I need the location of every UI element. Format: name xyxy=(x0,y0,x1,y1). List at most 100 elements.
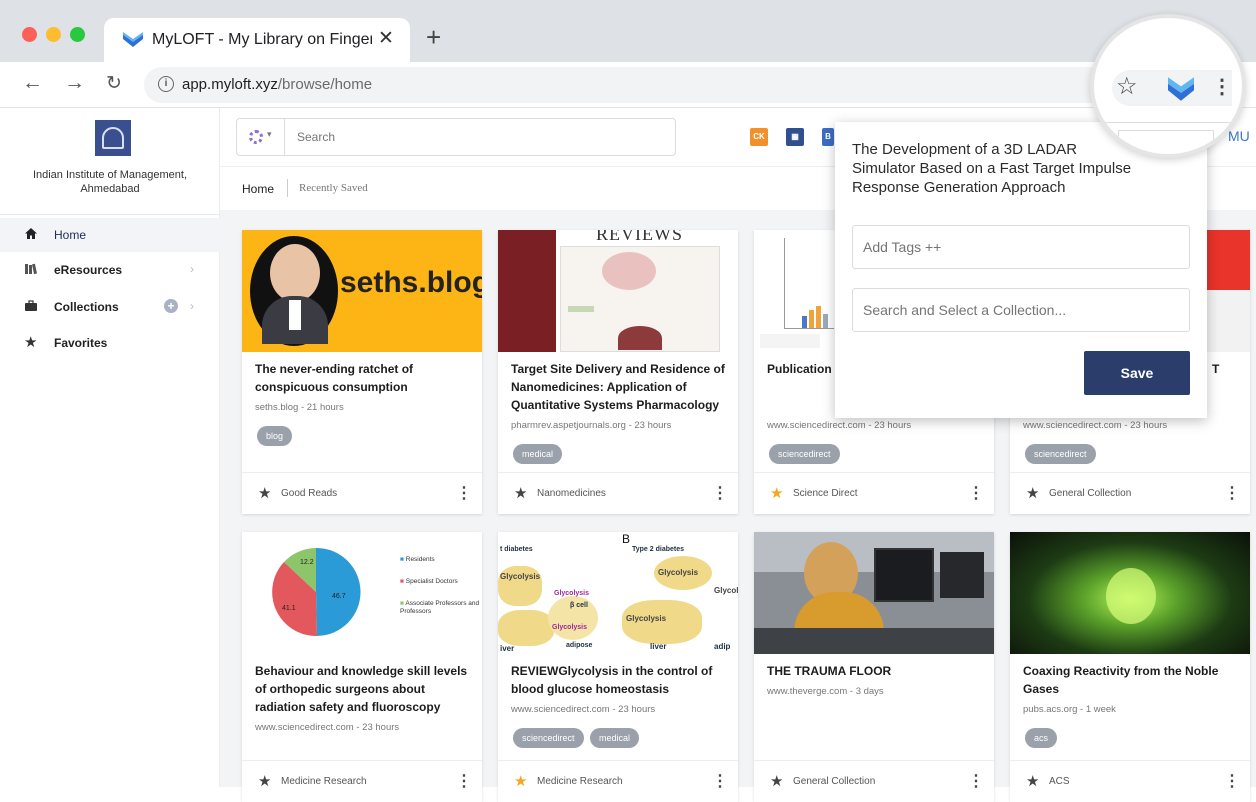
myloft-extension-icon[interactable] xyxy=(1166,76,1196,102)
institution-name: Indian Institute of Management, Ahmedaba… xyxy=(32,169,188,195)
card-meta: pubs.acs.org - 1 week xyxy=(1023,704,1116,715)
card-footer: ★ Good Reads ⋮ xyxy=(242,472,482,514)
card-collection: Nanomedicines xyxy=(537,488,606,499)
add-collection-icon[interactable]: + xyxy=(164,299,178,313)
glycolysis-label: adipose xyxy=(566,642,593,649)
more-options-icon[interactable]: ⋮ xyxy=(712,483,728,503)
address-bar[interactable]: i app.myloft.xyz/browse/home xyxy=(144,67,1146,103)
home-icon xyxy=(24,227,38,243)
favorite-star-icon[interactable]: ★ xyxy=(258,772,271,790)
more-options-icon[interactable]: ⋮ xyxy=(968,771,984,791)
add-tags-input[interactable] xyxy=(852,225,1190,269)
sidebar-item-home[interactable]: Home xyxy=(0,218,220,252)
more-options-icon[interactable]: ⋮ xyxy=(1224,771,1240,791)
tag-badge[interactable]: medical xyxy=(590,728,640,748)
sidebar-item-collections[interactable]: Collections + › xyxy=(0,290,220,324)
card-trauma-floor[interactable]: THE TRAUMA FLOOR www.theverge.com - 3 da… xyxy=(754,532,994,802)
sidebar-item-favorites[interactable]: ★ Favorites xyxy=(0,326,220,360)
close-tab-icon[interactable]: ✕ xyxy=(378,27,394,50)
card-footer: ★ Science Direct ⋮ xyxy=(754,472,994,514)
glycolysis-label: liver xyxy=(650,642,667,651)
browser-tab[interactable]: MyLOFT - My Library on Finger ✕ xyxy=(104,18,410,62)
card-meta: www.theverge.com - 3 days xyxy=(767,686,884,697)
pie-legend-item: Residents xyxy=(405,556,435,563)
card-seths-blog[interactable]: seths.blog The never-ending ratchet of c… xyxy=(242,230,482,514)
tag-badge[interactable]: medical xyxy=(513,444,563,464)
favorite-star-icon[interactable]: ★ xyxy=(514,772,527,790)
more-options-icon[interactable]: ⋮ xyxy=(712,771,728,791)
ck-extension-icon[interactable]: CK xyxy=(750,128,768,146)
toolbar-magnifier: ☆ ⋮ xyxy=(1090,14,1246,158)
institution-logo xyxy=(95,120,131,156)
breadcrumb-home[interactable]: Home xyxy=(242,182,274,196)
divider xyxy=(0,214,220,215)
card-thumbnail: REVIEWS xyxy=(498,230,738,352)
card-thumbnail xyxy=(754,532,994,654)
more-options-icon[interactable]: ⋮ xyxy=(456,483,472,503)
card-noble-gases[interactable]: Coaxing Reactivity from the Noble Gases … xyxy=(1010,532,1250,802)
glycolysis-label: Glycolysis xyxy=(658,568,699,577)
card-meta: www.sciencedirect.com - 23 hours xyxy=(1023,420,1168,431)
favorite-star-icon[interactable]: ★ xyxy=(514,484,527,502)
more-options-icon[interactable]: ⋮ xyxy=(456,771,472,791)
glycolysis-label: B xyxy=(622,532,631,546)
info-icon[interactable]: i xyxy=(158,76,174,92)
card-collection: General Collection xyxy=(1049,488,1132,499)
favorite-star-icon[interactable]: ★ xyxy=(770,484,783,502)
maximize-window-button[interactable] xyxy=(70,27,85,42)
reload-icon[interactable]: ↻ xyxy=(106,72,122,95)
tag-badge[interactable]: sciencedirect xyxy=(513,728,584,748)
card-title: T xyxy=(1212,362,1220,376)
favorite-star-icon[interactable]: ★ xyxy=(1026,484,1039,502)
briefcase-icon xyxy=(24,299,38,315)
tag-badge[interactable]: sciencedirect xyxy=(1025,444,1096,464)
save-button[interactable]: Save xyxy=(1084,351,1190,395)
breadcrumb-recently-saved[interactable]: Recently Saved xyxy=(299,182,368,194)
more-options-icon[interactable]: ⋮ xyxy=(968,483,984,503)
menu-icon[interactable]: ⋮ xyxy=(1212,74,1232,99)
pie-legend-item: Specialist Doctors xyxy=(405,578,458,585)
card-collection: Medicine Research xyxy=(281,776,367,787)
card-meta: www.sciencedirect.com - 23 hours xyxy=(511,704,656,715)
card-footer: ★ Medicine Research ⋮ xyxy=(242,760,482,802)
search-filter-dropdown[interactable]: ▾ xyxy=(237,119,285,155)
card-collection: Good Reads xyxy=(281,488,338,499)
user-avatar[interactable]: MU xyxy=(1228,128,1250,144)
new-tab-icon[interactable]: + xyxy=(426,24,441,50)
forward-icon[interactable]: → xyxy=(64,71,85,95)
b-extension-icon[interactable]: B xyxy=(822,128,834,146)
card-nanomedicines[interactable]: REVIEWS Target Site Delivery and Residen… xyxy=(498,230,738,514)
minimize-window-button[interactable] xyxy=(46,27,61,42)
bookmark-star-icon[interactable]: ☆ xyxy=(1116,72,1138,101)
thumbnail-text: seths.blog xyxy=(340,266,482,299)
sidebar-item-label: eResources xyxy=(54,263,123,277)
glycolysis-label: adip xyxy=(714,642,731,651)
favorite-star-icon[interactable]: ★ xyxy=(258,484,271,502)
star-icon: ★ xyxy=(24,334,38,351)
database-extension-icon[interactable]: ▦ xyxy=(786,128,804,146)
card-behaviour[interactable]: 46.7 41.1 12.2 ■ Residents ■ Specialist … xyxy=(242,532,482,802)
chevron-right-icon: › xyxy=(190,262,194,276)
close-window-button[interactable] xyxy=(22,27,37,42)
tab-title: MyLOFT - My Library on Finger xyxy=(152,31,372,48)
card-footer: ★ General Collection ⋮ xyxy=(1010,472,1250,514)
card-glycolysis[interactable]: t diabetes Type 2 diabetes Glycolysis Gl… xyxy=(498,532,738,802)
filter-icon xyxy=(249,130,263,144)
favorite-star-icon[interactable]: ★ xyxy=(1026,772,1039,790)
tag-badge[interactable]: acs xyxy=(1025,728,1058,748)
back-icon[interactable]: ← xyxy=(22,71,43,95)
tag-badge[interactable]: blog xyxy=(257,426,293,446)
books-icon xyxy=(24,262,38,278)
url-text[interactable]: app.myloft.xyz/browse/home xyxy=(182,76,372,93)
glycolysis-label: Type 2 diabetes xyxy=(632,546,685,553)
glycolysis-label: Glycolysis xyxy=(554,590,590,597)
card-meta: www.sciencedirect.com - 23 hours xyxy=(767,420,912,431)
collection-select-input[interactable] xyxy=(852,288,1190,332)
search-input[interactable] xyxy=(297,127,657,147)
sidebar-item-eresources[interactable]: eResources › xyxy=(0,253,220,287)
card-meta: seths.blog - 21 hours xyxy=(255,402,344,413)
favorite-star-icon[interactable]: ★ xyxy=(770,772,783,790)
more-options-icon[interactable]: ⋮ xyxy=(1224,483,1240,503)
tag-badge[interactable]: sciencedirect xyxy=(769,444,840,464)
chevron-down-icon: ▾ xyxy=(267,129,272,139)
